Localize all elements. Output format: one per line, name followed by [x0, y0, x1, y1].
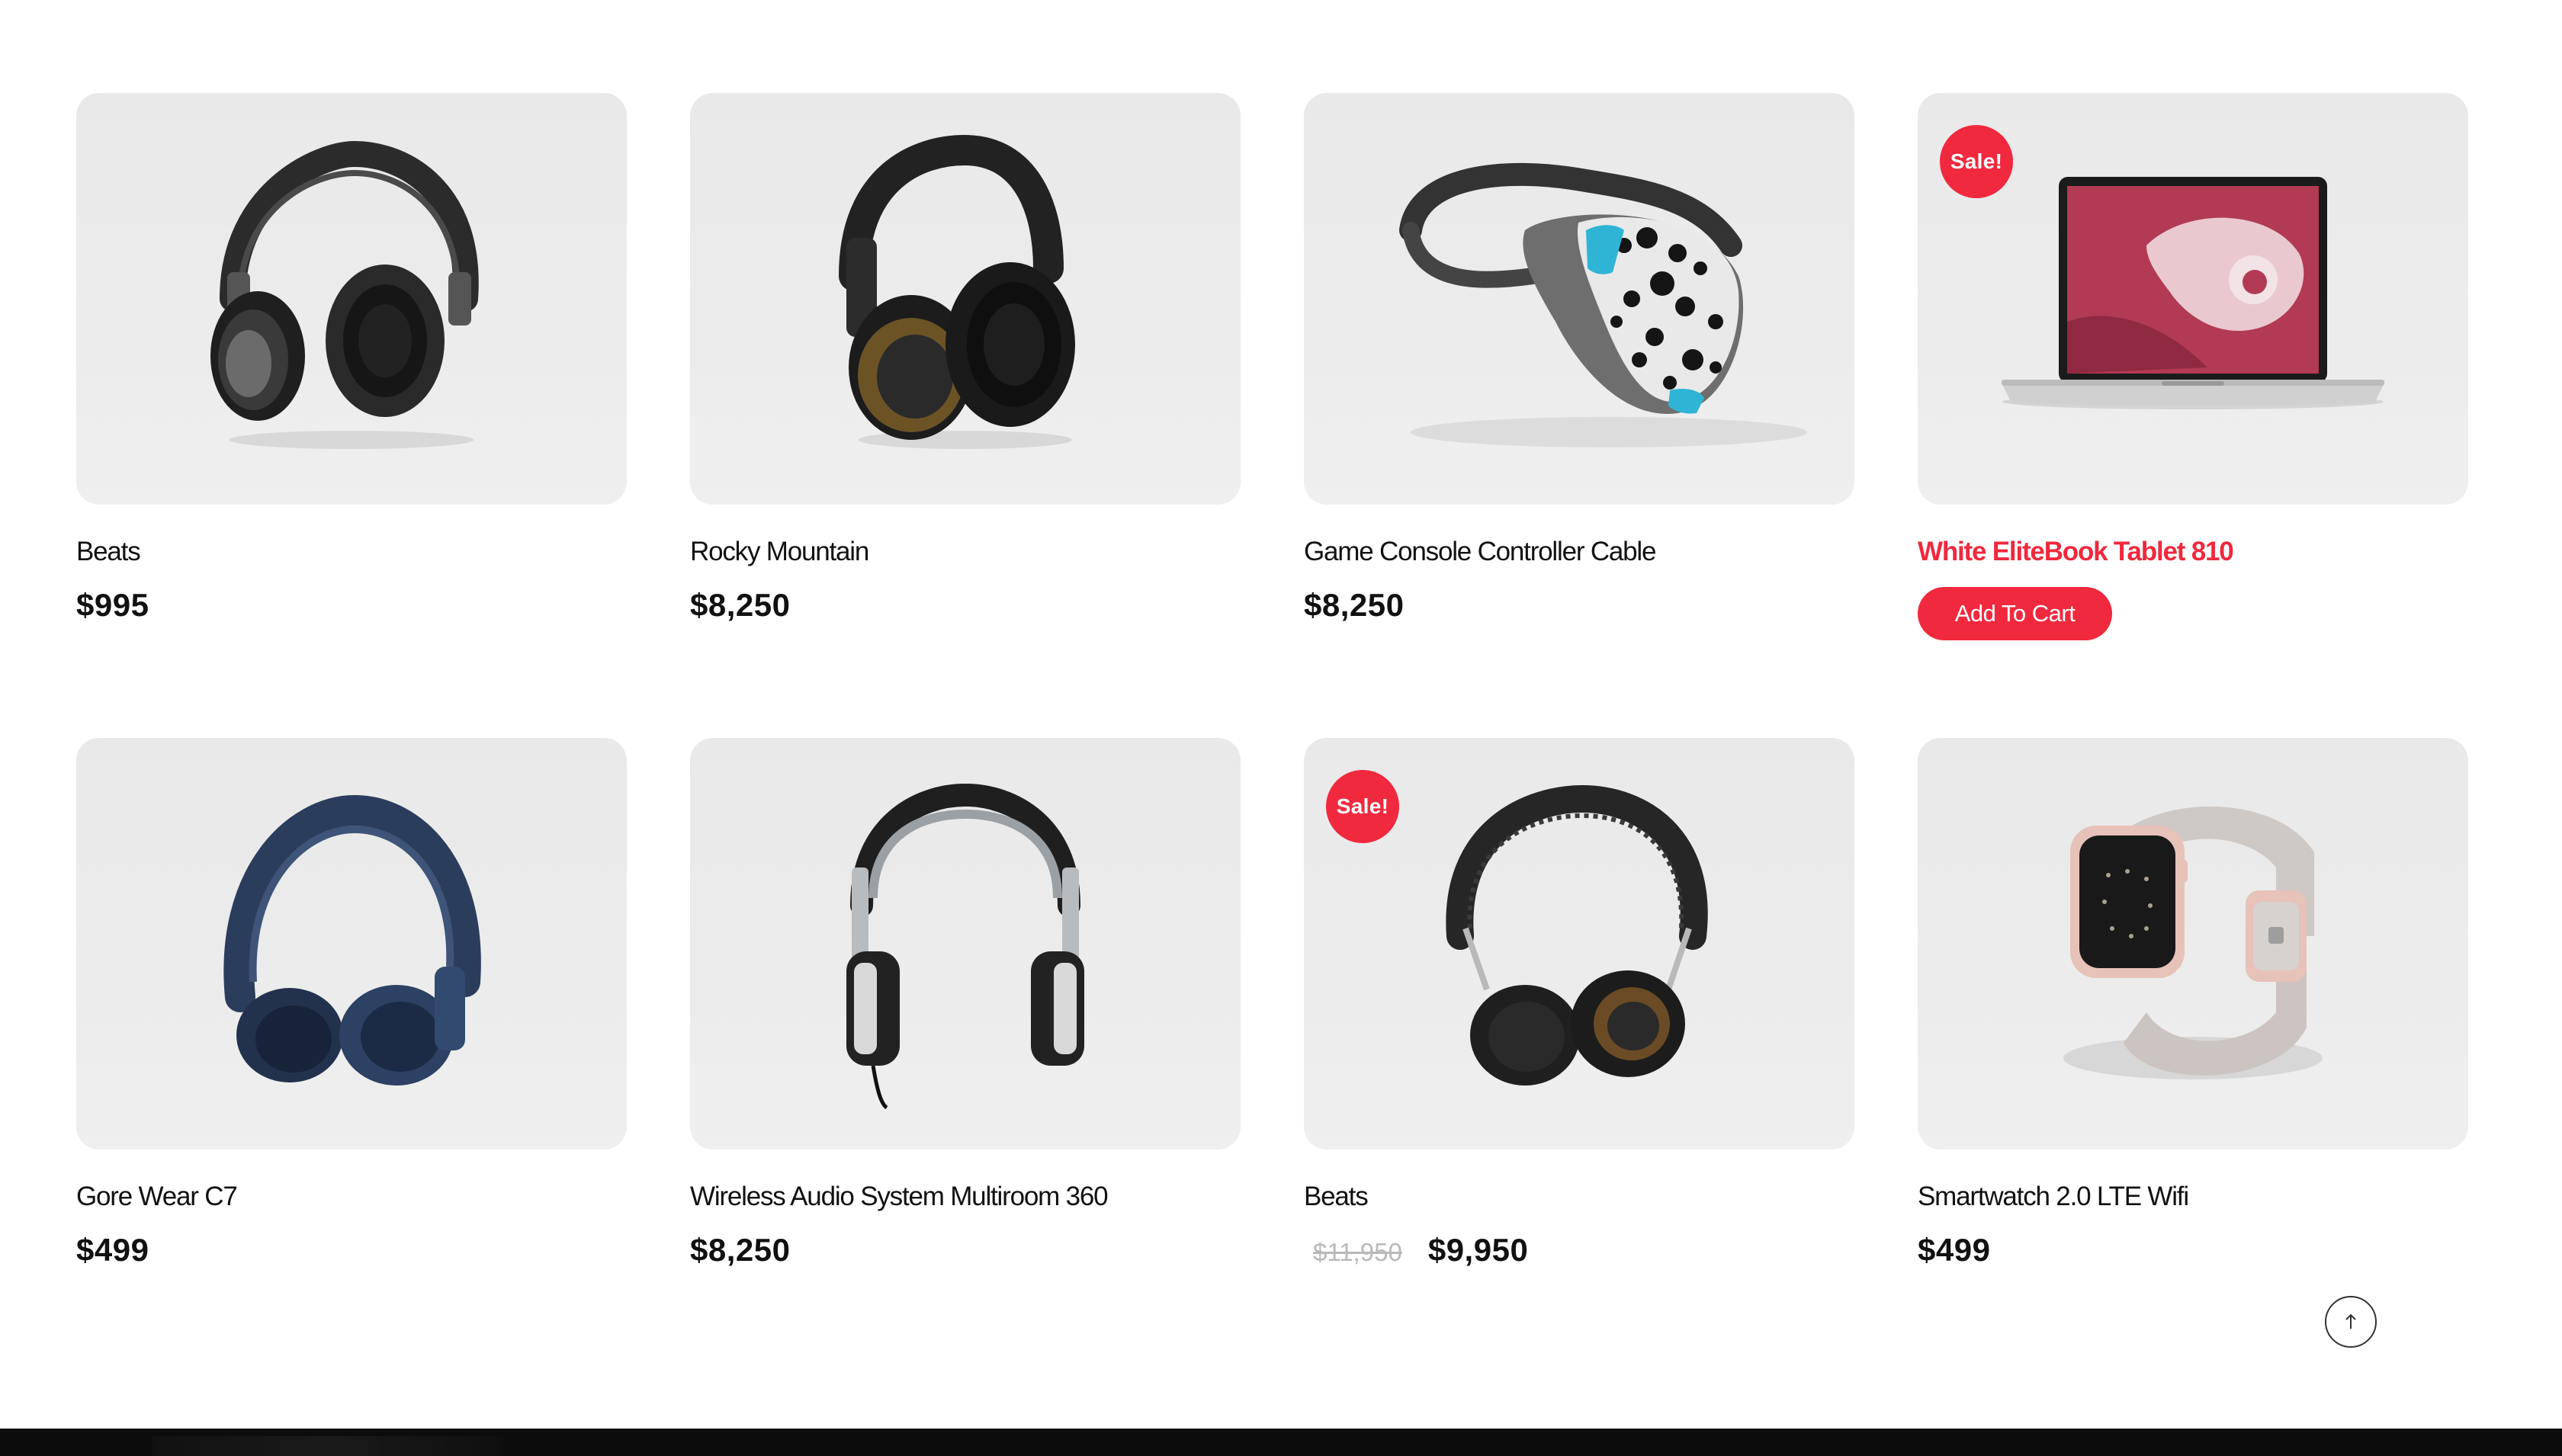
- product-card: Wireless Audio System Multiroom 360 $8,2…: [690, 738, 1241, 1383]
- price-row: $499: [76, 1232, 627, 1273]
- black-headphones-icon: [210, 140, 479, 449]
- product-card: Sale! White EliteBook Tablet 810 Add To …: [1918, 93, 2468, 738]
- product-name[interactable]: Wireless Audio System Multiroom 360: [690, 1180, 1241, 1214]
- product-price: $8,250: [690, 1232, 791, 1268]
- product-card: Sale! Beats $11,950 $9,950: [1304, 738, 1854, 1383]
- product-image[interactable]: Sale!: [1918, 93, 2468, 505]
- product-image[interactable]: [690, 738, 1241, 1150]
- sale-badge: Sale!: [1940, 125, 2013, 198]
- product-card: Game Console Controller Cable $8,250: [1304, 93, 1854, 738]
- product-price: $8,250: [1304, 587, 1405, 623]
- product-card: Smartwatch 2.0 LTE Wifi $499: [1918, 738, 2468, 1383]
- product-card: Rocky Mountain $8,250: [690, 93, 1241, 738]
- product-image[interactable]: [76, 738, 627, 1150]
- sale-badge: Sale!: [1326, 770, 1399, 843]
- product-grid: Beats $995 Rocky Mountain $8,250 Game Co…: [76, 93, 2470, 1383]
- original-price: $11,950: [1313, 1238, 1402, 1266]
- arrow-up-icon: [2345, 1313, 2356, 1329]
- footer-background-image: [152, 1436, 503, 1456]
- price-row: $499: [1918, 1232, 2468, 1273]
- product-price: $8,250: [690, 587, 791, 623]
- product-name[interactable]: Smartwatch 2.0 LTE Wifi: [1918, 1180, 2468, 1214]
- price-row: $8,250: [690, 1232, 1241, 1273]
- scroll-to-top-button[interactable]: [2325, 1296, 2377, 1348]
- product-price: $995: [76, 587, 149, 623]
- product-name[interactable]: Beats: [76, 535, 627, 569]
- gold-black-headphones-icon: [839, 134, 1075, 449]
- content-bottom-edge: [0, 1418, 2562, 1429]
- product-name[interactable]: Gore Wear C7: [76, 1180, 627, 1214]
- product-name[interactable]: Beats: [1304, 1180, 1854, 1214]
- product-image[interactable]: [1918, 738, 2468, 1150]
- product-name[interactable]: White EliteBook Tablet 810: [1918, 535, 2468, 569]
- product-price: $499: [1918, 1232, 1991, 1268]
- product-price: $9,950: [1427, 1232, 1529, 1268]
- price-row: $11,950 $9,950: [1304, 1232, 1854, 1273]
- blue-headphones-icon: [223, 794, 481, 1086]
- product-price: $499: [76, 1232, 149, 1268]
- product-card: Beats $995: [76, 93, 627, 738]
- smartwatch-icon: [2063, 807, 2323, 1079]
- product-name[interactable]: Game Console Controller Cable: [1304, 535, 1854, 569]
- silver-dj-headphones-icon: [846, 783, 1084, 1110]
- product-card: Gore Wear C7 $499: [76, 738, 627, 1383]
- product-image[interactable]: [690, 93, 1241, 505]
- product-image[interactable]: [1304, 93, 1854, 505]
- add-to-cart-button[interactable]: Add To Cart: [1918, 587, 2112, 640]
- product-name[interactable]: Rocky Mountain: [690, 535, 1241, 569]
- product-image[interactable]: Sale!: [1304, 738, 1854, 1150]
- price-row: $995: [76, 587, 627, 628]
- vr-headset-icon: [1399, 162, 1807, 447]
- footer-strip: [0, 1429, 2562, 1456]
- price-row: $8,250: [1304, 587, 1854, 628]
- product-image[interactable]: [76, 93, 627, 505]
- price-row: $8,250: [690, 587, 1241, 628]
